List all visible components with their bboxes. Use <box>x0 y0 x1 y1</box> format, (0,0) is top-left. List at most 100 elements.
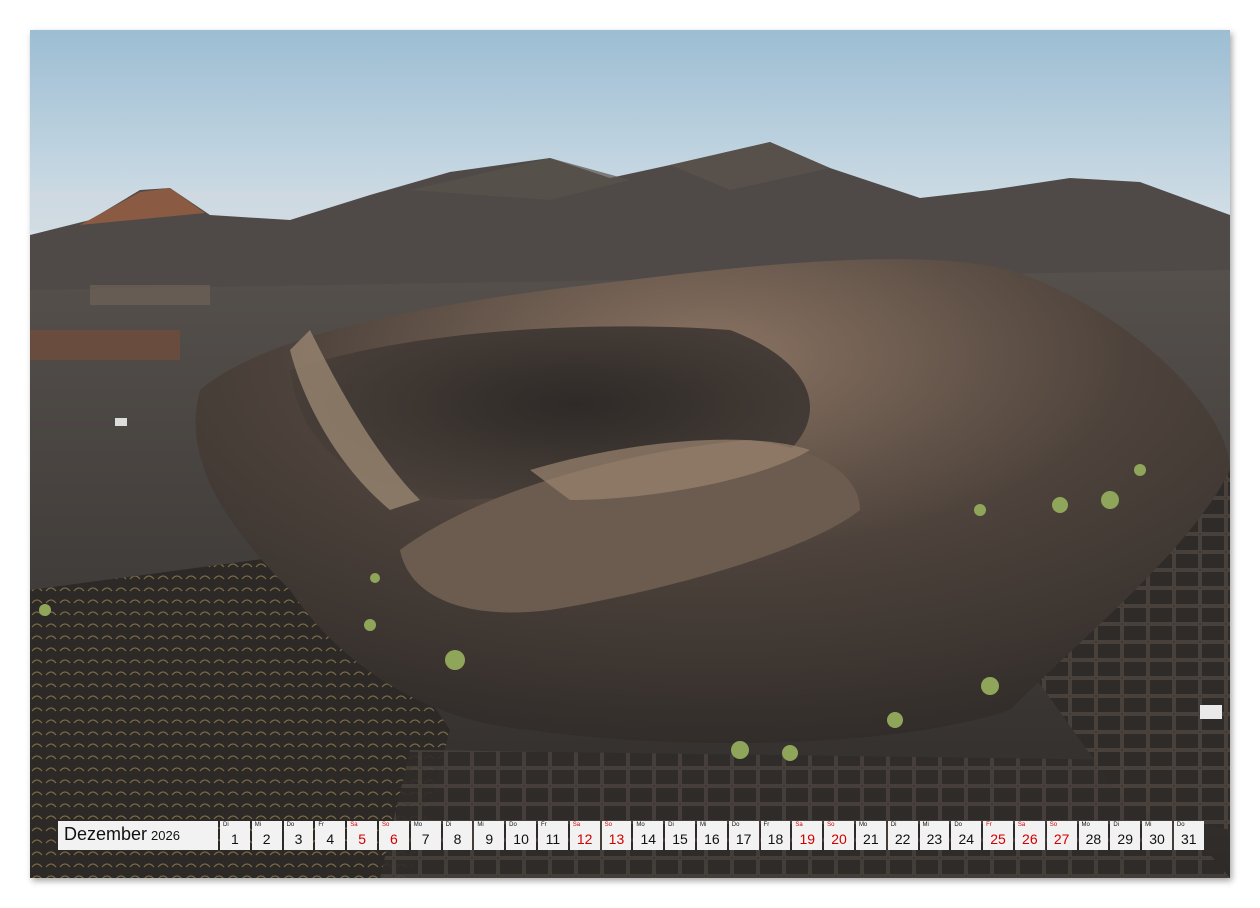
day-abbr: Do <box>509 822 517 828</box>
day-number: 24 <box>958 831 975 847</box>
day-cell: Sa 19 <box>792 821 823 850</box>
day-abbr: Do <box>954 822 962 828</box>
day-number: 14 <box>640 831 657 847</box>
day-abbr: Mi <box>1145 822 1152 828</box>
day-number: 19 <box>799 831 816 847</box>
day-cell: So 6 <box>378 821 409 850</box>
day-cell: Mo 28 <box>1078 821 1109 850</box>
month-year: 2026 <box>151 828 180 843</box>
day-cell: Do 10 <box>506 821 536 850</box>
day-abbr: Sa <box>350 822 358 828</box>
day-number: 4 <box>326 831 335 847</box>
day-cell: Di 15 <box>665 821 695 850</box>
day-abbr: Di <box>1113 822 1119 828</box>
day-number: 6 <box>389 831 398 847</box>
day-cell: Fr 11 <box>537 821 568 850</box>
day-cells: Di 1 Mi 2 Do 3 Fr 4 Sa 5 So 6 Mo 7 Di 8 Mi 9 Do 10 Fr 11 Sa 12 S… <box>220 821 1204 850</box>
day-abbr: Sa <box>572 822 581 828</box>
day-cell: Fr 25 <box>983 821 1013 850</box>
day-number: 23 <box>926 831 943 847</box>
day-cell: Mi 30 <box>1142 821 1172 850</box>
day-cell: Mi 2 <box>251 821 282 850</box>
day-cell: Fr 18 <box>760 821 791 850</box>
day-cell: Mi 16 <box>696 821 727 850</box>
day-cell: So 20 <box>824 821 854 850</box>
month-label-box: Dezember 2026 <box>58 821 218 850</box>
day-abbr: Di <box>668 822 674 828</box>
day-cell: Di 22 <box>887 821 918 850</box>
day-number: 31 <box>1181 831 1197 847</box>
day-abbr: Do <box>731 822 740 828</box>
day-abbr: Fr <box>318 822 325 828</box>
day-abbr: Fr <box>986 822 992 828</box>
calendar-strip: Dezember 2026 Di 1 Mi 2 Do 3 Fr 4 Sa 5 So 6 Mo 7 Di 8 Mi… <box>58 821 1204 850</box>
day-cell: Do 3 <box>283 821 314 850</box>
day-number: 17 <box>735 831 752 847</box>
day-abbr: Mi <box>477 822 484 828</box>
day-number: 5 <box>358 831 366 847</box>
day-abbr: Di <box>890 822 897 828</box>
day-cell: So 27 <box>1046 821 1077 850</box>
day-number: 20 <box>831 831 847 847</box>
day-cell: Do 17 <box>728 821 759 850</box>
day-number: 26 <box>1022 831 1038 847</box>
day-number: 18 <box>767 831 784 847</box>
day-abbr: Di <box>445 822 452 828</box>
month-name: Dezember <box>64 824 148 844</box>
day-number: 8 <box>453 831 462 847</box>
day-cell: Sa 26 <box>1014 821 1045 850</box>
day-abbr: Sa <box>1017 822 1026 828</box>
day-cell: Mi 23 <box>919 821 950 850</box>
day-abbr: So <box>827 822 835 828</box>
day-number: 15 <box>672 831 688 847</box>
day-number: 3 <box>294 831 303 847</box>
day-abbr: Mo <box>413 822 423 828</box>
day-cell: Do 31 <box>1173 821 1204 850</box>
day-abbr: Mi <box>922 822 929 828</box>
day-abbr: Mo <box>1081 822 1090 828</box>
day-number: 2 <box>262 831 271 847</box>
day-cell: Di 29 <box>1110 821 1141 850</box>
day-cell: Fr 4 <box>315 821 346 850</box>
day-number: 27 <box>1053 831 1070 847</box>
day-cell: Di 8 <box>442 821 473 850</box>
day-abbr: So <box>604 822 612 828</box>
day-abbr: Mi <box>254 822 262 828</box>
day-abbr: Mo <box>636 822 645 828</box>
day-abbr: Fr <box>540 822 547 828</box>
day-cell: Sa 12 <box>569 821 600 850</box>
day-number: 10 <box>513 831 529 847</box>
day-abbr: Di <box>223 822 229 828</box>
day-number: 25 <box>990 831 1006 847</box>
day-cell: Do 24 <box>951 821 982 850</box>
day-abbr: Mi <box>699 822 707 828</box>
day-abbr: Do <box>1176 822 1185 828</box>
day-abbr: Mo <box>858 822 868 828</box>
day-number: 1 <box>231 831 239 847</box>
day-abbr: Sa <box>795 822 803 828</box>
calendar-photo <box>30 30 1230 878</box>
day-number: 22 <box>894 831 911 847</box>
day-cell: Di 1 <box>220 821 250 850</box>
day-number: 29 <box>1117 831 1133 847</box>
day-abbr: Do <box>286 822 295 828</box>
day-cell: Mo 7 <box>410 821 441 850</box>
day-number: 16 <box>704 831 720 847</box>
day-number: 28 <box>1085 831 1102 847</box>
day-cell: Mo 14 <box>633 821 664 850</box>
volcanic-landscape-image <box>30 30 1230 878</box>
day-cell: Mo 21 <box>855 821 886 850</box>
day-number: 7 <box>421 831 430 847</box>
day-number: 13 <box>608 831 625 847</box>
day-cell: Mi 9 <box>474 821 505 850</box>
day-cell: Sa 5 <box>347 821 377 850</box>
day-number: 30 <box>1149 831 1165 847</box>
day-abbr: So <box>1049 822 1058 828</box>
day-number: 21 <box>863 831 879 847</box>
day-cell: So 13 <box>601 821 632 850</box>
day-number: 11 <box>545 831 561 847</box>
day-number: 12 <box>576 831 593 847</box>
day-abbr: Fr <box>763 822 770 828</box>
day-number: 9 <box>485 831 494 847</box>
day-abbr: So <box>381 822 390 828</box>
